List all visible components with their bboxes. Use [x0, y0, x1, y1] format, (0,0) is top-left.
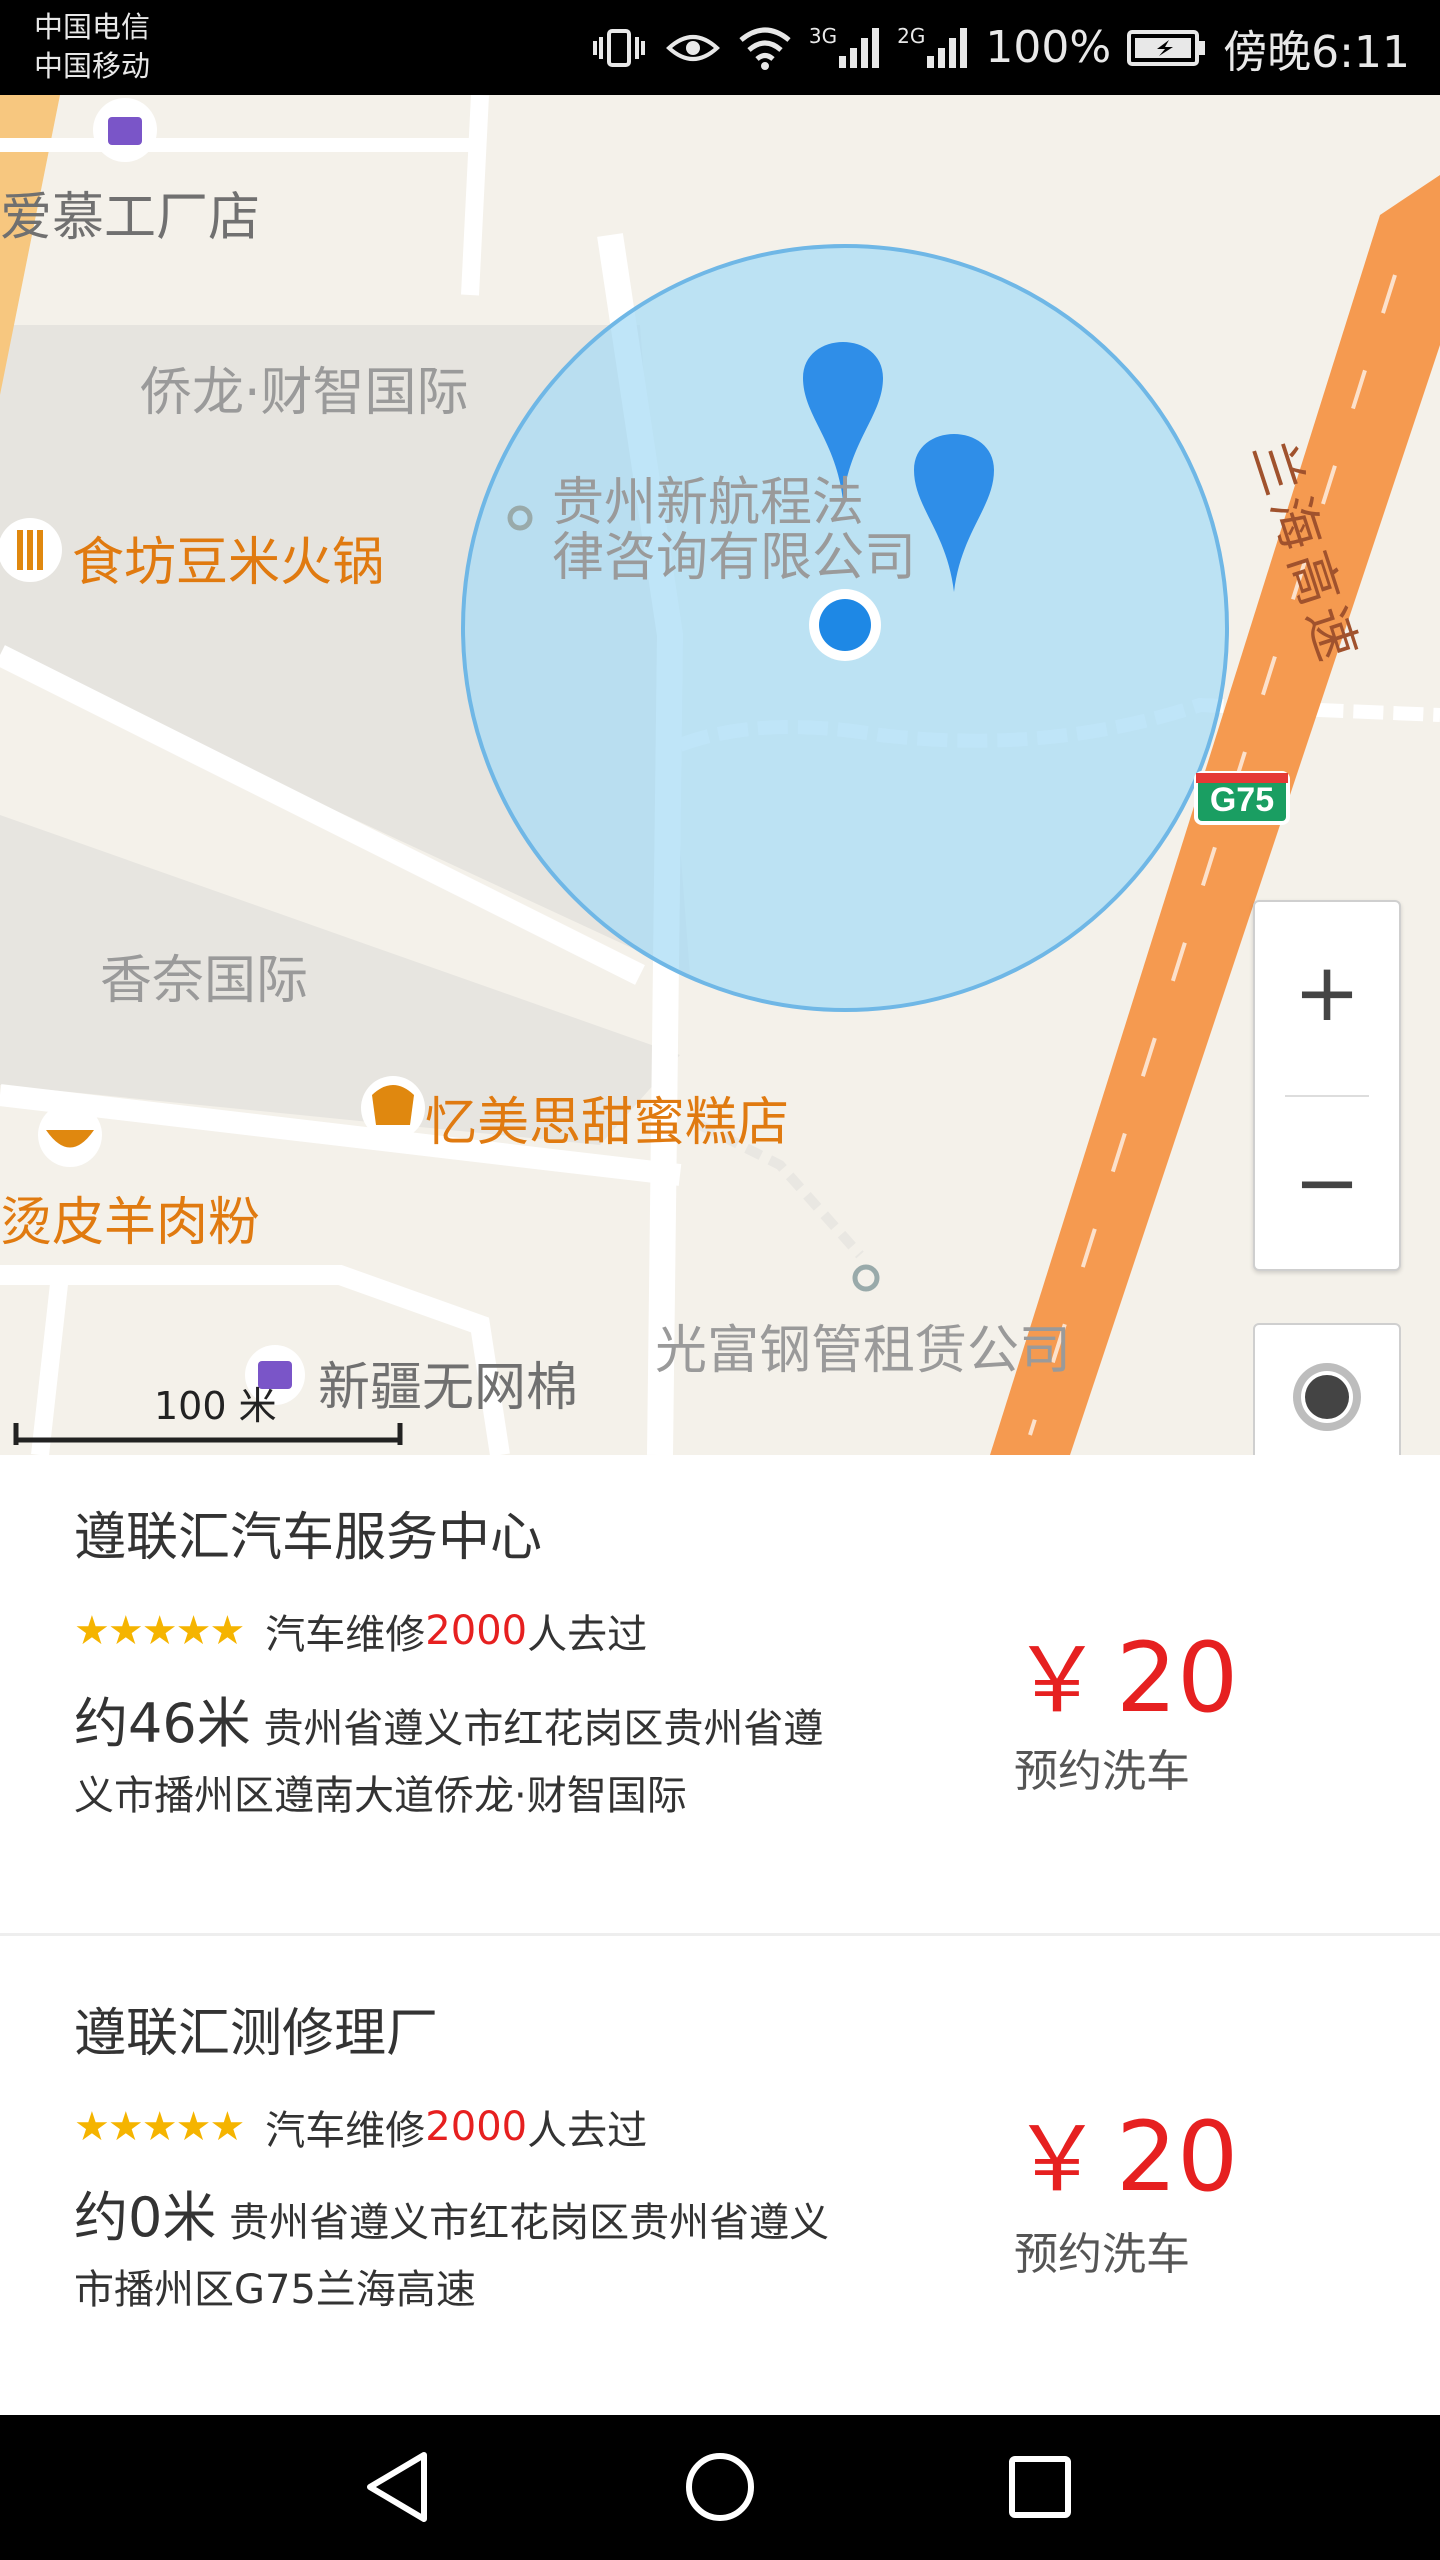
- map-label-cake-shop: 忆美思甜蜜糕店: [425, 1093, 790, 1153]
- battery-charging-icon: [1127, 28, 1207, 68]
- my-location-dot-icon: [809, 589, 881, 661]
- rating-row: ★★★★★ 汽车维修 2000 人去过: [74, 1602, 647, 1660]
- eye-icon: [665, 26, 721, 70]
- clock: 傍晚6:11: [1223, 26, 1410, 78]
- g75-label: G75: [1209, 781, 1275, 819]
- scale-bar: [13, 1423, 403, 1445]
- shop-list: 遵联汇汽车服务中心 ★★★★★ 汽车维修 2000 人去过 约46米 贵州省遵义…: [0, 1455, 1440, 2414]
- price: ￥ 20: [1012, 2086, 1238, 2216]
- shop-card[interactable]: 遵联汇测修理厂 ★★★★★ 汽车维修 2000 人去过 约0米 贵州省遵义市红花…: [0, 1936, 1440, 2414]
- currency-symbol: ￥: [1012, 2107, 1102, 2212]
- back-icon[interactable]: [358, 2447, 438, 2527]
- home-icon[interactable]: [680, 2447, 760, 2527]
- carrier-info: 中国电信 中国移动: [34, 8, 150, 86]
- star-rating-icon: ★★★★★: [74, 1608, 245, 1654]
- carrier-2: 中国移动: [34, 49, 151, 83]
- map-label-guangfu: 光富钢管租赁公司: [655, 1321, 1072, 1381]
- navigation-bar: [0, 2415, 1440, 2560]
- battery-percent: 100%: [985, 22, 1112, 73]
- locate-me-button[interactable]: [1253, 1323, 1401, 1455]
- visit-count: 2000: [425, 1608, 528, 1654]
- star-rating-icon: ★★★★★: [74, 2104, 245, 2150]
- rating-row: ★★★★★ 汽车维修 2000 人去过: [74, 2098, 647, 2156]
- signal-icon: 3G: [808, 23, 881, 70]
- price-value: 20: [1116, 2101, 1239, 2213]
- zoom-out-button[interactable]: −: [1255, 1092, 1399, 1272]
- distance: 约0米: [74, 2186, 217, 2249]
- map-view[interactable]: 爱慕工厂店 侨龙·财智国际 贵州新航程法 律咨询有限公司 食坊豆米火锅 香奈国际…: [0, 95, 1440, 1455]
- marker-pin-icon[interactable]: [914, 422, 994, 592]
- map-label-qiaolong: 侨龙·财智国际: [140, 363, 469, 423]
- carrier-1: 中国电信: [34, 10, 151, 44]
- visit-count: 2000: [425, 2104, 528, 2150]
- book-wash-button[interactable]: 预约洗车: [1014, 2218, 1190, 2282]
- zoom-control: + −: [1253, 900, 1401, 1271]
- price-value: 20: [1116, 1622, 1239, 1734]
- vibrate-icon: [589, 23, 649, 73]
- locate-icon: [1293, 1363, 1361, 1431]
- map-label-aimu: 爱慕工厂店: [0, 188, 261, 248]
- network-type-2: 2G: [897, 23, 926, 48]
- price: ￥ 20: [1012, 1607, 1238, 1737]
- address-block: 约46米 贵州省遵义市红花岗区贵州省遵义市播州区遵南大道侨龙·财智国际: [74, 1690, 844, 1830]
- shop-category: 汽车维修: [265, 2108, 426, 2154]
- book-wash-button[interactable]: 预约洗车: [1014, 1735, 1190, 1799]
- shop-name: 遵联汇汽车服务中心: [74, 1508, 543, 1568]
- zoom-in-button[interactable]: +: [1255, 902, 1399, 1082]
- map-label-law-firm-2: 律咨询有限公司: [552, 528, 917, 588]
- shop-name: 遵联汇测修理厂: [74, 2004, 439, 2064]
- map-label-xinjiang: 新疆无网棉: [318, 1358, 579, 1418]
- shop-card[interactable]: 遵联汇汽车服务中心 ★★★★★ 汽车维修 2000 人去过 约46米 贵州省遵义…: [0, 1455, 1440, 1936]
- visit-suffix: 人去过: [527, 2108, 648, 2154]
- visit-suffix: 人去过: [527, 1612, 648, 1658]
- wifi-icon: [737, 24, 793, 72]
- recents-icon[interactable]: [1000, 2447, 1080, 2527]
- map-label-noodle: 烫皮羊肉粉: [0, 1193, 261, 1253]
- status-bar: 中国电信 中国移动 3G 2G 100% 傍晚6:11: [0, 0, 1440, 95]
- currency-symbol: ￥: [1012, 1628, 1102, 1733]
- signal-icon: 2G: [897, 23, 969, 70]
- shop-category: 汽车维修: [265, 1612, 426, 1658]
- address-block: 约0米 贵州省遵义市红花岗区贵州省遵义市播州区G75兰海高速: [74, 2184, 844, 2324]
- status-icons: 3G 2G 100% 傍晚6:11: [589, 0, 1410, 95]
- map-label-hotpot: 食坊豆米火锅: [72, 533, 385, 593]
- network-type-1: 3G: [808, 23, 838, 48]
- distance: 约46米: [74, 1692, 251, 1755]
- map-label-xiangnai: 香奈国际: [100, 951, 309, 1011]
